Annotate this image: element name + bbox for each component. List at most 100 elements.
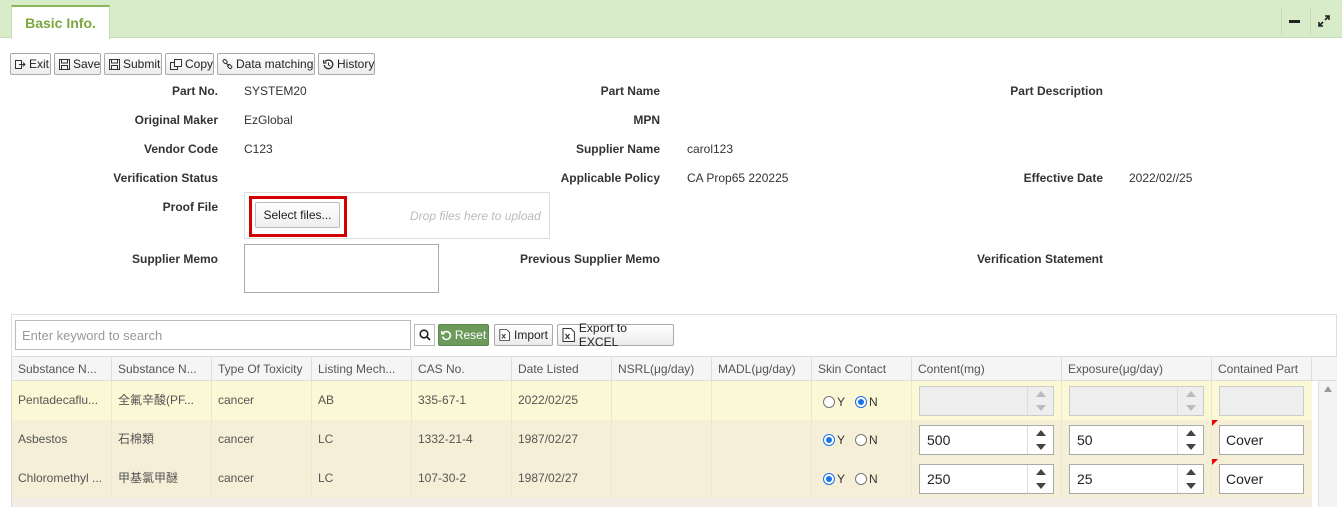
column-header[interactable]: Date Listed: [512, 357, 612, 381]
maximize-button[interactable]: [1310, 7, 1336, 35]
column-header[interactable]: Listing Mech...: [312, 357, 412, 381]
chevron-up-icon[interactable]: [1185, 391, 1196, 397]
part-no-value: SYSTEM20: [244, 84, 307, 98]
skin-contact-y-radio[interactable]: Y: [823, 395, 845, 409]
contained-part-input[interactable]: Cover: [1219, 425, 1304, 455]
cell-substance-name-en: Chloromethyl ...: [12, 459, 112, 498]
exit-icon: [15, 59, 26, 69]
data-matching-label: Data matching: [236, 57, 314, 71]
radio-label: Y: [837, 433, 846, 447]
submit-icon: [109, 58, 120, 70]
original-maker-value: EzGlobal: [244, 113, 293, 127]
radio-circle: [823, 434, 835, 446]
cell-madl: [712, 459, 812, 498]
chevron-down-icon[interactable]: [1185, 405, 1196, 411]
chevron-up-icon[interactable]: [1035, 430, 1046, 436]
copy-button[interactable]: Copy: [165, 53, 214, 75]
column-header[interactable]: Substance N...: [112, 357, 212, 381]
tab-bar: Basic Info.: [0, 0, 1342, 39]
import-button[interactable]: Import: [494, 324, 553, 346]
cell-date-listed: 1987/02/27: [512, 420, 612, 459]
cell-cas-no: 107-30-2: [412, 459, 512, 498]
cell-substance-name-zh: 全氟辛酸(PF...: [112, 381, 212, 420]
chevron-down-icon[interactable]: [1185, 483, 1196, 489]
minimize-button[interactable]: [1281, 7, 1307, 35]
supplier-memo-label: Supplier Memo: [131, 252, 218, 266]
exit-label: Exit: [29, 57, 50, 71]
supplier-memo-input[interactable]: [244, 244, 439, 293]
column-header[interactable]: Contained Part: [1212, 357, 1312, 381]
radio-circle: [855, 473, 867, 485]
proof-file-label: Proof File: [162, 200, 218, 214]
chevron-up-icon[interactable]: [1035, 469, 1046, 475]
radio-label: N: [869, 433, 878, 447]
exposure-stepper[interactable]: 50: [1069, 425, 1204, 455]
skin-contact-y-radio[interactable]: Y: [823, 472, 845, 486]
scroll-up-icon[interactable]: [1324, 386, 1332, 392]
radio-label: Y: [837, 472, 846, 486]
submit-button[interactable]: Submit: [104, 53, 162, 75]
content-stepper[interactable]: 250: [919, 464, 1054, 494]
skin-contact-n-radio[interactable]: N: [855, 433, 878, 447]
table-row[interactable]: [12, 498, 1312, 507]
vendor-code-label: Vendor Code: [143, 142, 218, 156]
history-icon: [323, 58, 334, 69]
search-input[interactable]: [15, 320, 411, 350]
cell-substance-name-zh: 石棉類: [112, 420, 212, 459]
chevron-down-icon[interactable]: [1035, 483, 1046, 489]
exposure-stepper[interactable]: 25: [1069, 464, 1204, 494]
contained-part-input[interactable]: [1219, 386, 1304, 416]
save-icon: [59, 58, 70, 70]
cell-listing-mechanism: LC: [312, 420, 412, 459]
column-header[interactable]: NSRL(μg/day): [612, 357, 712, 381]
column-header[interactable]: Substance N...: [12, 357, 112, 381]
radio-circle: [855, 434, 867, 446]
chevron-up-icon[interactable]: [1185, 430, 1196, 436]
reset-button[interactable]: Reset: [438, 324, 489, 346]
exposure-stepper[interactable]: [1069, 386, 1204, 416]
radio-circle: [855, 396, 867, 408]
save-button[interactable]: Save: [54, 53, 101, 75]
skin-contact-n-radio[interactable]: N: [855, 395, 878, 409]
cell-listing-mechanism: AB: [312, 381, 412, 420]
chevron-down-icon[interactable]: [1185, 444, 1196, 450]
history-button[interactable]: History: [318, 53, 375, 75]
chevron-up-icon[interactable]: [1035, 391, 1046, 397]
column-header[interactable]: Skin Contact: [812, 357, 912, 381]
effective-date-value: 2022/02//25: [1129, 171, 1193, 185]
tab-basic-info[interactable]: Basic Info.: [11, 5, 110, 39]
effective-date-label: Effective Date: [1023, 171, 1103, 185]
drop-files-hint: Drop files here to upload: [410, 209, 541, 223]
chevron-down-icon[interactable]: [1035, 444, 1046, 450]
radio-label: N: [869, 472, 878, 486]
verification-statement-label: Verification Statement: [976, 252, 1103, 266]
content-stepper[interactable]: [919, 386, 1054, 416]
cell-cas-no: 1332-21-4: [412, 420, 512, 459]
cell-substance-name-zh: 甲基氯甲醚: [112, 459, 212, 498]
skin-contact-n-radio[interactable]: N: [855, 472, 878, 486]
submit-label: Submit: [123, 57, 161, 71]
applicable-policy-value: CA Prop65 220225: [687, 171, 789, 185]
skin-contact-y-radio[interactable]: Y: [823, 433, 845, 447]
contained-part-input[interactable]: Cover: [1219, 464, 1304, 494]
exit-button[interactable]: Exit: [10, 53, 51, 75]
content-value: 500: [927, 432, 951, 448]
dirty-cell-marker: [1212, 459, 1218, 465]
cell-nsrl: [612, 420, 712, 459]
grid-scrollbar[interactable]: [1318, 381, 1337, 507]
export-excel-button[interactable]: Export to EXCEL: [557, 321, 674, 349]
highlight-box: [249, 196, 347, 237]
column-header[interactable]: Type Of Toxicity: [212, 357, 312, 381]
chevron-down-icon[interactable]: [1035, 405, 1046, 411]
column-header[interactable]: MADL(μg/day): [712, 357, 812, 381]
cell-nsrl: [612, 381, 712, 420]
vendor-code-value: C123: [244, 142, 273, 156]
search-button[interactable]: [414, 324, 435, 346]
column-header[interactable]: CAS No.: [412, 357, 512, 381]
column-header[interactable]: Exposure(μg/day): [1062, 357, 1212, 381]
excel-icon: [562, 328, 575, 342]
chevron-up-icon[interactable]: [1185, 469, 1196, 475]
data-matching-button[interactable]: Data matching: [217, 53, 315, 75]
content-stepper[interactable]: 500: [919, 425, 1054, 455]
column-header[interactable]: Content(mg): [912, 357, 1062, 381]
